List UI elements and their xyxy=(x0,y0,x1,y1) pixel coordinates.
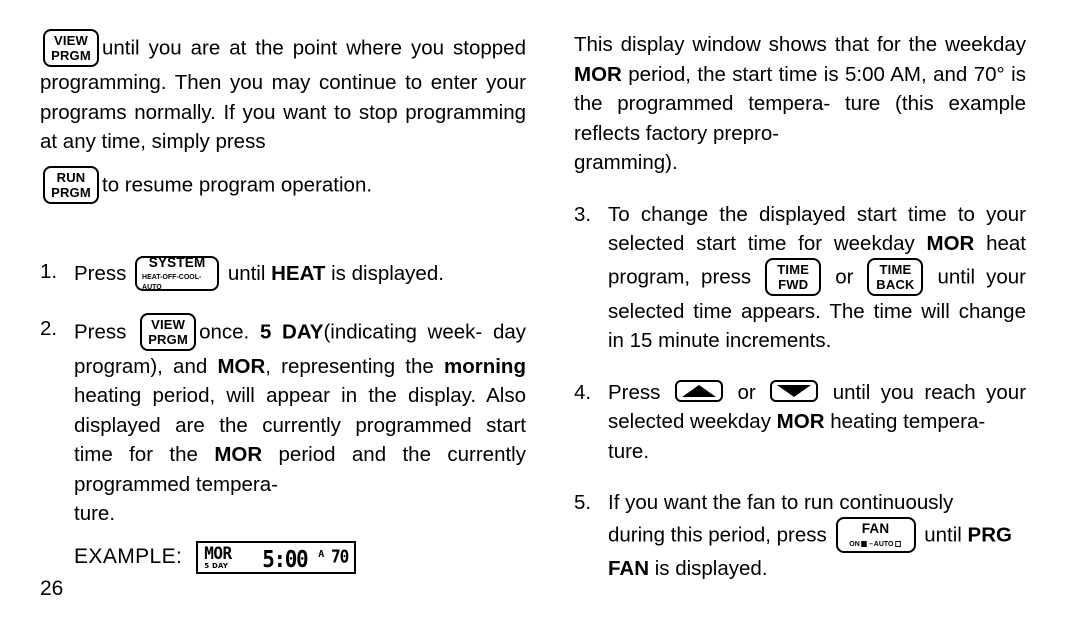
fan-key-dash: – xyxy=(868,538,873,548)
list-item-5-body: If you want the fan to run continuously … xyxy=(608,488,1026,583)
item4-mor-bold: MOR xyxy=(776,410,825,433)
item1-heat-bold: HEAT xyxy=(271,261,326,285)
item2-rest5: ture. xyxy=(74,502,116,525)
list-item-5-number: 5. xyxy=(574,491,592,514)
time-back-key-line2: BACK xyxy=(876,276,915,292)
fan-key-label: FAN xyxy=(861,520,890,536)
manual-page: VIEW PRGM until you are at the point whe… xyxy=(0,0,1080,623)
example-row: EXAMPLE: MOR 5 DAY 5:00 A 70 xyxy=(40,540,526,574)
time-back-key[interactable]: TIME BACK xyxy=(867,257,924,296)
fan-key[interactable]: FAN ON – AUTO xyxy=(835,516,916,553)
fan-key-sublabel: ON – AUTO xyxy=(849,539,901,549)
run-prgm-key-line2: PRGM xyxy=(51,184,91,200)
list-item-5: 5. If you want the fan to run continuous… xyxy=(574,488,1026,583)
item4-text4: heating tempera- xyxy=(830,410,986,433)
view-prgm-key-2[interactable]: VIEW PRGM xyxy=(140,312,197,351)
item4-or-label: or xyxy=(737,380,756,404)
list-item-4: 4. Press or until you reach your selecte… xyxy=(574,378,1026,467)
up-arrow-key[interactable] xyxy=(674,380,723,403)
item5-text4: is displayed. xyxy=(654,556,768,580)
item2-once-label: once. xyxy=(199,319,250,343)
intro-text-after-run-key: to resume program operation. xyxy=(102,172,373,196)
right-column: This display window shows that for the w… xyxy=(574,30,1026,583)
intro-text-after-view-key: until you are at the point where you sto… xyxy=(40,36,526,153)
view-prgm-key-line1: VIEW xyxy=(53,33,89,48)
item2-morning-bold: morning xyxy=(443,354,526,378)
list-item-3-number: 3. xyxy=(574,202,592,226)
list-item-2: 2. Press VIEW PRGM once. 5 DAY(indicatin… xyxy=(40,312,526,529)
view-prgm-key-2-line1: VIEW xyxy=(151,316,186,332)
item5-prg-bold: PRG xyxy=(967,522,1012,546)
item3-text4: until your xyxy=(937,264,1026,288)
down-arrow-key[interactable] xyxy=(770,380,819,403)
two-column-layout: VIEW PRGM until you are at the point whe… xyxy=(40,29,1040,583)
item4-text5: ture. xyxy=(608,439,650,463)
item1-press-label: Press xyxy=(74,261,127,285)
fan-auto-indicator-icon xyxy=(895,540,901,547)
list-item-3-body: To change the displayed start time to yo… xyxy=(608,200,1026,356)
item1-until-label: until xyxy=(227,261,266,285)
run-prgm-key[interactable]: RUN PRGM xyxy=(43,165,99,204)
item1-displayed-label: is displayed. xyxy=(331,261,444,285)
display-window-line5: gramming). xyxy=(574,151,678,174)
list-item-2-number: 2. xyxy=(40,316,58,340)
example-label: EXAMPLE: xyxy=(74,545,183,568)
down-arrow-icon xyxy=(777,385,812,398)
view-prgm-key[interactable]: VIEW PRGM xyxy=(43,29,99,67)
item2-5day-bold: 5 DAY xyxy=(259,319,324,343)
display-window-mor-bold: MOR xyxy=(574,62,622,86)
view-prgm-key-line2: PRGM xyxy=(51,48,91,63)
list-item-1-number: 1. xyxy=(40,259,58,283)
up-arrow-icon xyxy=(681,385,716,398)
time-fwd-key[interactable]: TIME FWD xyxy=(765,257,822,296)
display-window-line2: period, the start time is 5:00 xyxy=(628,62,885,86)
lcd-day-mode-text: 5 DAY xyxy=(204,561,229,570)
view-prgm-key-2-line2: PRGM xyxy=(148,331,188,347)
system-key[interactable]: SYSTEM HEAT-OFF-COOL-AUTO xyxy=(135,254,220,291)
list-item-1: 1. Press SYSTEM HEAT-OFF-COOL-AUTO until… xyxy=(40,254,526,292)
lcd-temperature-text: 70 xyxy=(330,545,349,567)
list-item-4-number: 4. xyxy=(574,380,592,404)
item5-fan-bold: FAN xyxy=(608,556,649,580)
item4-press-label: Press xyxy=(608,380,661,404)
display-window-paragraph: This display window shows that for the w… xyxy=(574,30,1026,178)
list-item-2-body: Press VIEW PRGM once. 5 DAY(indicating w… xyxy=(74,312,526,529)
item3-text5: selected time appears. The time will cha… xyxy=(608,299,1026,353)
fan-on-indicator-icon xyxy=(861,540,868,547)
item3-mor-bold: MOR xyxy=(926,232,975,255)
item5-text1: If you want the fan to run continuously xyxy=(608,491,954,514)
item5-text2: during this period, press xyxy=(608,522,827,546)
left-column: VIEW PRGM until you are at the point whe… xyxy=(40,29,526,574)
display-window-intro: This display window shows that for the w… xyxy=(574,33,1026,56)
lcd-meridiem-text: A xyxy=(318,548,325,560)
list-item-3: 3. To change the displayed start time to… xyxy=(574,200,1026,356)
system-key-sublabel: HEAT-OFF-COOL-AUTO xyxy=(142,271,202,291)
fan-key-auto-label: AUTO xyxy=(873,538,894,548)
time-fwd-key-line1: TIME xyxy=(777,261,810,277)
time-back-key-line1: TIME xyxy=(879,261,912,277)
system-key-label: SYSTEM xyxy=(148,254,206,270)
lcd-period-text: MOR xyxy=(204,542,232,563)
list-item-4-body: Press or until you reach your selected w… xyxy=(608,378,1026,467)
item2-indicating-label: (indicating week- xyxy=(323,319,483,343)
item2-mor-bold: MOR xyxy=(217,354,266,378)
lcd-display-illustration: MOR 5 DAY 5:00 A 70 xyxy=(196,540,357,574)
intro-paragraph: VIEW PRGM until you are at the point whe… xyxy=(40,29,526,157)
page-number: 26 xyxy=(40,577,64,600)
item5-last-line: FAN is displayed. xyxy=(608,554,1026,584)
run-prgm-key-line1: RUN xyxy=(56,169,86,185)
item2-rest2: , representing the xyxy=(265,354,434,378)
item2-mor-bold-2: MOR xyxy=(214,443,263,466)
time-fwd-key-line2: FWD xyxy=(778,276,809,292)
fan-key-on-label: ON xyxy=(849,538,860,548)
item5-until-label: until xyxy=(924,522,962,546)
item2-press-label: Press xyxy=(74,319,127,343)
intro-paragraph-continued: RUN PRGM to resume program operation. xyxy=(40,165,526,205)
lcd-time-text: 5:00 xyxy=(262,545,308,573)
item3-or-label: or xyxy=(835,264,854,288)
list-item-1-body: Press SYSTEM HEAT-OFF-COOL-AUTO until HE… xyxy=(74,254,526,292)
